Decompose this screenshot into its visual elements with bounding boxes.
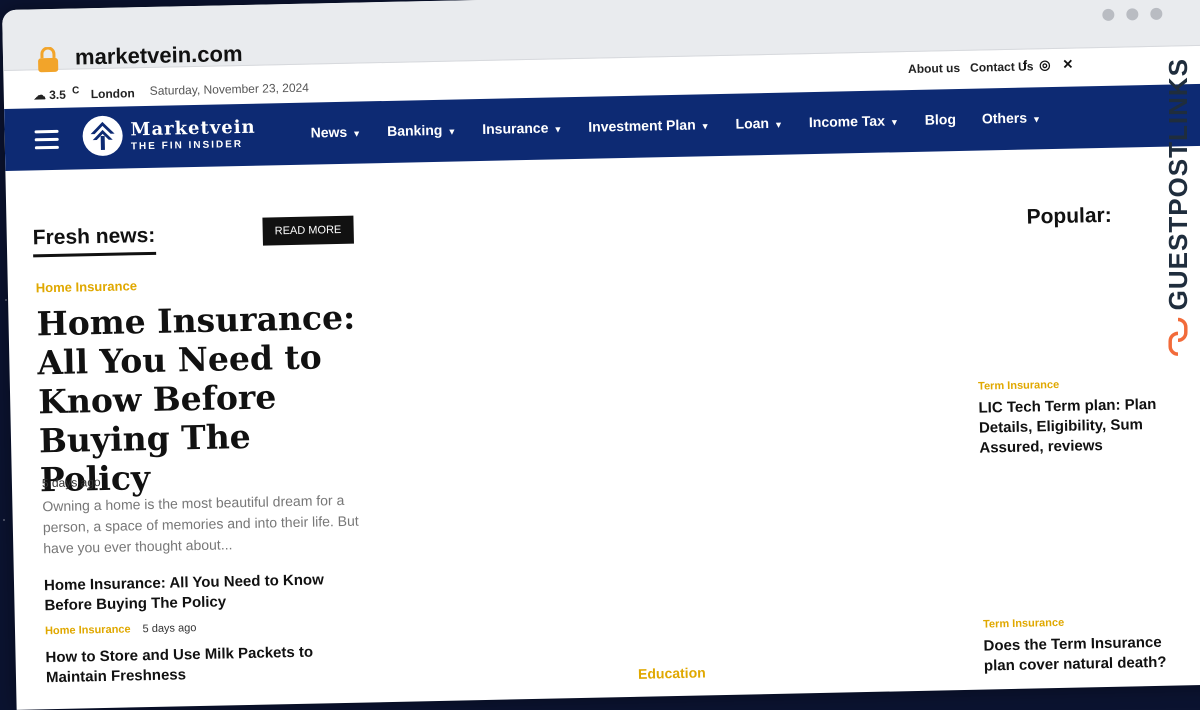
chevron-down-icon: ▼ bbox=[773, 119, 784, 130]
list-item-category[interactable]: Home Insurance bbox=[45, 623, 131, 637]
chain-link-icon bbox=[1168, 318, 1188, 357]
nav-item-blog[interactable]: Blog bbox=[925, 111, 956, 128]
list-item-title[interactable]: How to Store and Use Milk Packets to Mai… bbox=[45, 642, 356, 688]
chevron-down-icon: ▼ bbox=[700, 121, 710, 132]
popular-title[interactable]: LIC Tech Term plan: Plan Details, Eligib… bbox=[978, 394, 1189, 458]
brand-name: Marketvein bbox=[130, 116, 256, 140]
temperature: 3.5 bbox=[48, 87, 66, 103]
fresh-news-heading: Fresh news: bbox=[32, 223, 156, 258]
page-content: Fresh news: READ MORE Home Insurance Hom… bbox=[5, 146, 1200, 710]
x-icon[interactable]: ✕ bbox=[1062, 57, 1073, 73]
top-links: About us Contact Us bbox=[908, 59, 1034, 76]
nav-item-news[interactable]: News ▼ bbox=[310, 124, 361, 141]
nav-item-banking[interactable]: Banking ▼ bbox=[387, 122, 456, 139]
popular-category[interactable]: Term Insurance bbox=[983, 617, 1064, 631]
window-dot[interactable] bbox=[1102, 8, 1115, 21]
temperature-unit: C bbox=[71, 85, 80, 97]
window-controls bbox=[1102, 7, 1163, 21]
featured-category[interactable]: Home Insurance bbox=[36, 278, 137, 295]
nav-item-others[interactable]: Others ▼ bbox=[982, 109, 1042, 127]
middle-category[interactable]: Education bbox=[638, 664, 706, 681]
about-us-link[interactable]: About us bbox=[908, 61, 960, 76]
browser-window: marketvein.com ☁ 3.5 C London Saturday, … bbox=[2, 0, 1200, 710]
social-links: f ◎ ✕ bbox=[1023, 57, 1074, 74]
chevron-down-icon: ▼ bbox=[447, 126, 457, 137]
current-date: Saturday, November 23, 2024 bbox=[149, 80, 310, 98]
chevron-down-icon: ▼ bbox=[553, 124, 563, 135]
featured-title[interactable]: Home Insurance: All You Need to Know Bef… bbox=[36, 297, 370, 500]
watermark-text: GUESTPOSTLINKS bbox=[1162, 58, 1193, 311]
nav-menu: News ▼ Banking ▼ Insurance ▼ Investment Pla… bbox=[310, 109, 1042, 141]
window-dot[interactable] bbox=[1150, 7, 1163, 20]
featured-excerpt: Owning a home is the most beautiful drea… bbox=[42, 491, 359, 557]
chevron-down-icon: ▼ bbox=[352, 128, 362, 139]
popular-heading: Popular: bbox=[1026, 203, 1112, 229]
menu-icon[interactable] bbox=[34, 129, 59, 154]
list-item-title[interactable]: Home Insurance: All You Need to Know Bef… bbox=[44, 570, 355, 616]
logo-mark-icon bbox=[82, 115, 124, 157]
list-item-meta: Home Insurance 5 days ago bbox=[45, 622, 197, 637]
weather-widget: ☁ 3.5 C London bbox=[34, 84, 135, 102]
site-logo[interactable]: Marketvein THE FIN INSIDER bbox=[82, 113, 256, 157]
weather-city: London bbox=[90, 86, 135, 102]
brand-tagline: THE FIN INSIDER bbox=[130, 138, 244, 152]
facebook-icon[interactable]: f bbox=[1023, 58, 1028, 74]
nav-item-income-tax[interactable]: Income Tax ▼ bbox=[809, 112, 899, 131]
list-item-time: 5 days ago bbox=[142, 622, 197, 636]
instagram-icon[interactable]: ◎ bbox=[1039, 57, 1051, 73]
weather-icon: ☁ bbox=[33, 88, 46, 103]
chevron-down-icon: ▼ bbox=[889, 117, 899, 128]
read-more-button[interactable]: READ MORE bbox=[262, 215, 354, 246]
popular-category[interactable]: Term Insurance bbox=[978, 379, 1059, 393]
window-dot[interactable] bbox=[1126, 8, 1139, 21]
nav-item-insurance[interactable]: Insurance ▼ bbox=[482, 119, 562, 137]
featured-time: 5 days ago bbox=[41, 475, 101, 491]
chevron-down-icon: ▼ bbox=[1031, 114, 1042, 125]
nav-item-investment-plan[interactable]: Investment Plan ▼ bbox=[588, 116, 710, 135]
nav-item-loan[interactable]: Loan ▼ bbox=[735, 115, 783, 132]
guestpostlinks-watermark: GUESTPOSTLINKS bbox=[1162, 58, 1194, 358]
